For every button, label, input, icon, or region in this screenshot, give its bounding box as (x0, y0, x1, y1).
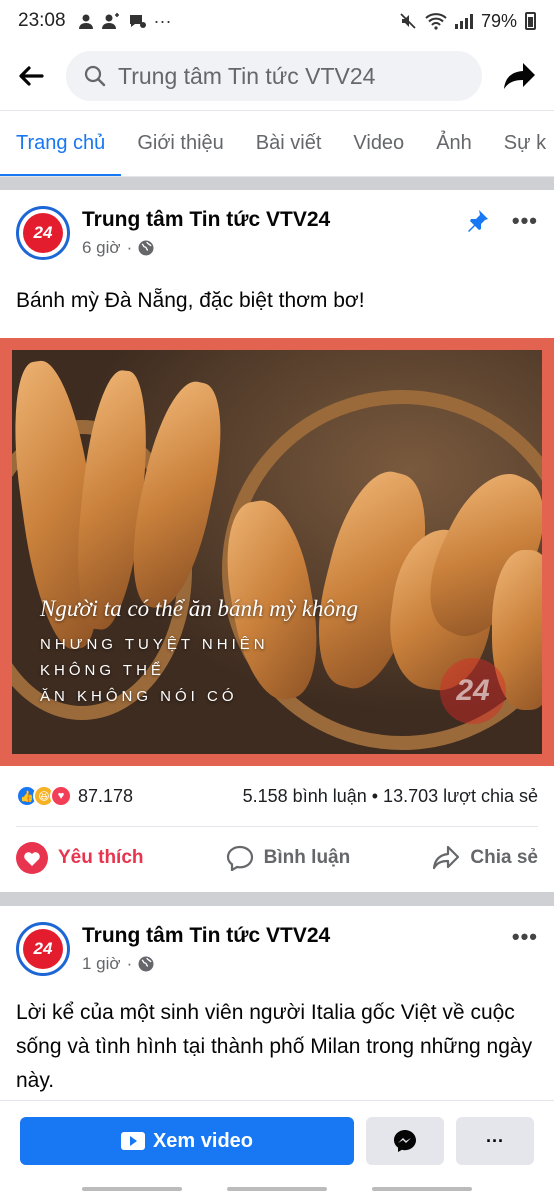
caption-line-2: NHƯNG TUYỆT NHIÊN (40, 636, 269, 653)
tab-events[interactable]: Sự k (488, 111, 554, 176)
tab-video[interactable]: Video (337, 111, 420, 176)
divider (0, 176, 554, 190)
tab-photos[interactable]: Ảnh (420, 111, 488, 176)
watch-video-label: Xem video (152, 1129, 254, 1152)
reaction-count[interactable]: 87.178 (78, 786, 133, 807)
vtv24-logo: 24 (23, 929, 63, 969)
mute-icon (400, 13, 416, 29)
chat-icon (129, 15, 146, 28)
wifi-icon (425, 13, 447, 30)
globe-icon (138, 240, 154, 256)
page-avatar[interactable]: 24 (16, 206, 70, 260)
search-header: Trung tâm Tin tức VTV24 (0, 42, 554, 110)
dot-separator: · (126, 238, 133, 257)
image-caption: Người ta có thể ăn bánh mỳ không NHƯNG T… (40, 596, 358, 710)
tab-about[interactable]: Giới thiệu (121, 111, 239, 176)
love-icon (16, 841, 48, 874)
vtv24-watermark: 24 (440, 658, 506, 724)
caption-line-1: Người ta có thể ăn bánh mỳ không (40, 596, 359, 621)
post-image-frame[interactable]: Người ta có thể ăn bánh mỳ không NHƯNG T… (0, 338, 554, 766)
messenger-icon (394, 1130, 416, 1152)
comment-icon (226, 845, 253, 871)
bottom-action-bar: Xem video ··· (0, 1100, 554, 1200)
share-icon (433, 845, 460, 869)
share-page-button[interactable] (500, 56, 540, 96)
messenger-button[interactable] (366, 1117, 444, 1165)
comment-label: Bình luận (263, 846, 351, 868)
search-icon (84, 65, 106, 87)
tab-posts[interactable]: Bài viết (240, 111, 338, 176)
page-name[interactable]: Trung tâm Tin tức VTV24 (82, 208, 464, 232)
user-icon (78, 14, 93, 29)
more-dots-icon: ··· (153, 10, 172, 31)
gesture-bar (0, 1165, 554, 1191)
bread-photo: Người ta có thể ăn bánh mỳ không NHƯNG T… (12, 350, 542, 754)
video-icon (120, 1132, 145, 1150)
post-stats: 👍 😆 ♥ 87.178 5.158 bình luận • 13.703 lư… (0, 766, 554, 826)
comment-button[interactable]: Bình luận (226, 845, 351, 871)
caption-line-3: KHÔNG THỂ (40, 662, 165, 679)
search-input[interactable]: Trung tâm Tin tức VTV24 (66, 51, 482, 101)
love-reaction-icon: ♥ (50, 785, 72, 807)
arrow-left-icon (19, 66, 44, 86)
battery-icon (525, 12, 536, 30)
add-user-icon (101, 13, 119, 29)
post-time[interactable]: 1 giờ (82, 954, 121, 974)
page-tabs: Trang chủ Giới thiệu Bài viết Video Ảnh … (0, 110, 554, 176)
comments-shares-count[interactable]: 5.158 bình luận • 13.703 lượt chia sẻ (243, 786, 538, 807)
post-text: Lời kể của một sinh viên người Italia gố… (16, 1001, 533, 1092)
search-query: Trung tâm Tin tức VTV24 (118, 62, 376, 89)
globe-icon (138, 956, 154, 972)
share-button[interactable]: Chia sẻ (432, 845, 538, 871)
status-time: 23:08 (18, 10, 66, 31)
pin-icon (467, 210, 488, 232)
reactions-summary[interactable]: 👍 😆 ♥ (16, 785, 72, 807)
dot-separator: · (126, 954, 133, 973)
status-bar: 23:08 ··· 79% (0, 0, 554, 42)
more-button[interactable]: ··· (456, 1117, 534, 1165)
post-actions: Yêu thích Bình luận Chia sẻ (16, 826, 538, 888)
like-button[interactable]: Yêu thích (16, 841, 144, 874)
post-card: 24 Trung tâm Tin tức VTV24 6 giờ · ••• B… (0, 190, 554, 888)
post-text: Bánh mỳ Đà Nẵng, đặc biệt thơm bơ! (16, 289, 365, 312)
share-arrow-icon (504, 63, 535, 89)
back-button[interactable] (14, 59, 48, 93)
signal-icon (454, 13, 473, 29)
battery-percent: 79% (480, 10, 517, 31)
caption-line-4: ĂN KHÔNG NÓI CÓ (40, 688, 238, 705)
post-header: 24 Trung tâm Tin tức VTV24 1 giờ · ••• (0, 906, 554, 976)
tab-home[interactable]: Trang chủ (0, 111, 122, 176)
post-time[interactable]: 6 giờ (82, 238, 121, 258)
page-name[interactable]: Trung tâm Tin tức VTV24 (82, 924, 512, 948)
share-label: Chia sẻ (470, 846, 538, 868)
more-options-button[interactable]: ••• (512, 208, 538, 234)
more-dots-icon: ··· (486, 1130, 504, 1151)
watch-video-button[interactable]: Xem video (20, 1117, 354, 1165)
divider (0, 892, 554, 906)
page-avatar[interactable]: 24 (16, 922, 70, 976)
vtv24-logo: 24 (23, 213, 63, 253)
like-label: Yêu thích (58, 846, 144, 868)
more-options-button[interactable]: ••• (512, 924, 538, 950)
post-header: 24 Trung tâm Tin tức VTV24 6 giờ · ••• (0, 190, 554, 260)
